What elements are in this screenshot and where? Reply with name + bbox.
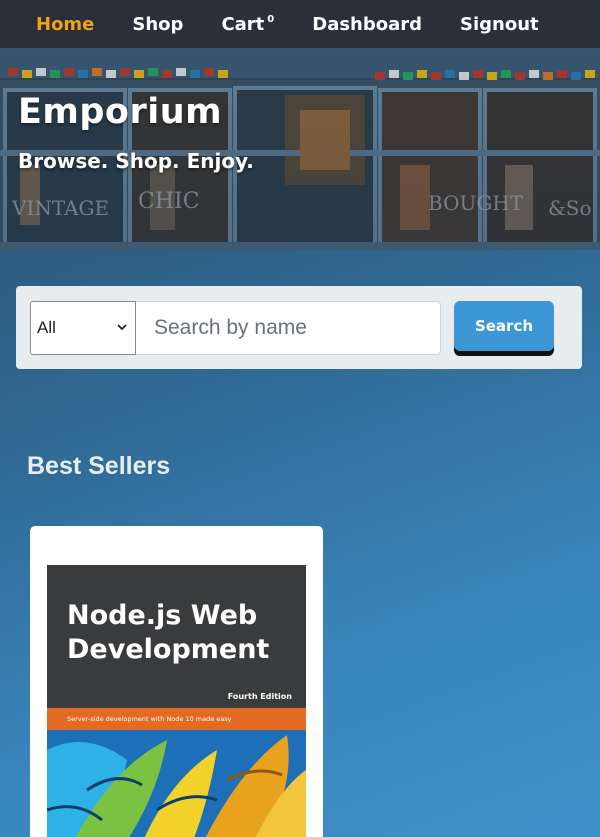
book-cover-title: Node.js Web Development <box>67 600 270 665</box>
site-tagline: Browse. Shop. Enjoy. <box>18 149 254 173</box>
nav-dashboard[interactable]: Dashboard <box>312 14 422 35</box>
feathers-artwork <box>47 730 306 837</box>
nav-shop-label: Shop <box>132 13 184 35</box>
best-sellers-heading: Best Sellers <box>27 452 171 480</box>
search-input[interactable] <box>136 301 441 355</box>
chevron-down-icon <box>117 324 127 331</box>
category-select-value: All <box>37 318 56 337</box>
top-navbar: Home Shop Cart 0 Dashboard Signout <box>0 0 600 48</box>
site-title: Emporium <box>18 92 223 132</box>
nav-shop[interactable]: Shop <box>132 14 183 35</box>
category-select[interactable]: All <box>30 301 136 355</box>
book-cover-image[interactable]: Node.js Web Development Fourth Edition S… <box>47 565 306 837</box>
nav-dashboard-label: Dashboard <box>312 13 423 35</box>
nav-home-label: Home <box>36 13 95 35</box>
cart-count-badge: 0 <box>267 13 275 25</box>
book-cover-tagline: Server-side development with Node 10 mad… <box>47 708 306 730</box>
book-cover-edition: Fourth Edition <box>227 692 292 701</box>
search-panel: All Search <box>16 286 582 369</box>
nav-signout-label: Signout <box>460 13 539 35</box>
nav-signout[interactable]: Signout <box>460 14 539 35</box>
nav-home[interactable]: Home <box>36 14 94 35</box>
search-button[interactable]: Search <box>454 301 554 351</box>
product-card[interactable]: Node.js Web Development Fourth Edition S… <box>30 526 323 837</box>
nav-cart[interactable]: Cart 0 <box>221 14 274 35</box>
nav-cart-label: Cart <box>221 13 265 35</box>
